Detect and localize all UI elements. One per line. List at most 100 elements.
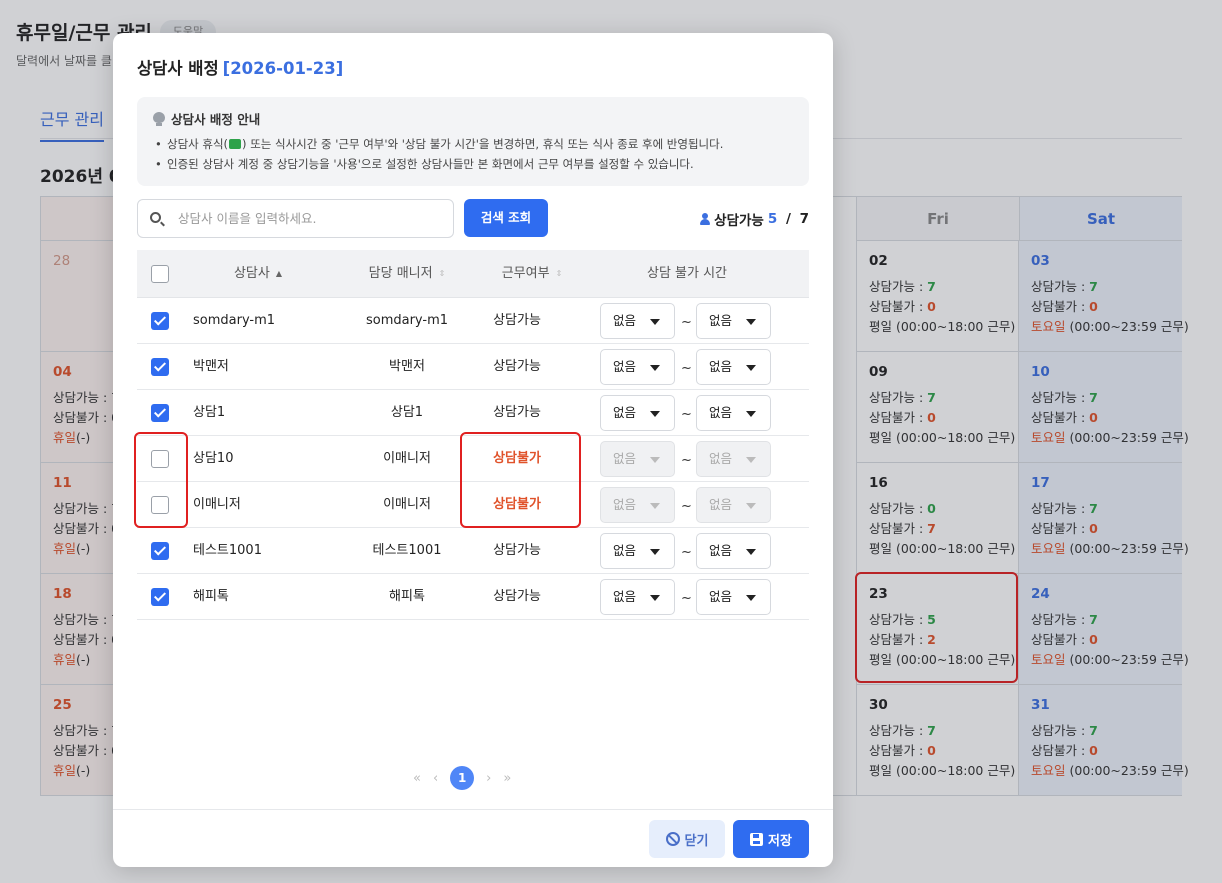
unavailable-to-select[interactable]: 없음 [696,533,771,569]
range-separator: ~ [681,545,692,560]
unavailable-from-select[interactable]: 없음 [600,349,675,385]
table-row: 해피톡 해피톡 상담가능 없음 ~ 없음 [137,574,809,620]
notice-heading-text: 상담사 배정 안내 [171,112,261,127]
table-row: 상담1 상담1 상담가능 없음 ~ 없음 [137,390,809,436]
header-manager-label: 담당 매니저 [368,266,433,281]
work-status: 상담가능 [493,405,541,420]
caret-down-icon [746,503,756,509]
select-value: 없음 [709,589,733,604]
unavailable-to-select[interactable]: 없음 [696,395,771,431]
range-separator: ~ [681,315,692,330]
row-checkbox[interactable] [151,588,169,606]
unavailable-from-select[interactable]: 없음 [600,533,675,569]
notice-heading: 상담사 배정 안내 [153,109,793,128]
caret-down-icon [746,595,756,601]
unavailable-to-select[interactable]: 없음 [696,303,771,339]
availability-label: 상담가능 [714,213,764,229]
select-value: 없음 [613,589,637,604]
save-disk-icon [750,832,764,846]
search-button[interactable]: 검색 조회 [464,199,548,237]
notice-item: 상담사 휴식() 또는 식사시간 중 '근무 여부'와 '상담 불가 시간'을 … [153,134,793,154]
select-value: 없음 [613,313,637,328]
count-separator: / [781,211,796,227]
unavailable-to-select: 없음 [696,441,771,477]
row-checkbox[interactable] [151,358,169,376]
notice-text: ) 또는 식사시간 중 '근무 여부'와 '상담 불가 시간'을 변경하면, 휴… [242,137,724,151]
range-separator: ~ [681,407,692,422]
unavailable-to-select[interactable]: 없음 [696,349,771,385]
page-next[interactable]: › [486,771,491,786]
table-row: 테스트1001 테스트1001 상담가능 없음 ~ 없음 [137,528,809,574]
manager-name: 테스트1001 [372,543,442,558]
header-counselor[interactable]: 상담사 ▲ [193,250,323,298]
table-row: somdary-m1 somdary-m1 상담가능 없음 ~ 없음 [137,298,809,344]
manager-name: 이매니저 [383,451,431,466]
select-value: 없음 [709,313,733,328]
row-checkbox[interactable] [151,404,169,422]
caret-down-icon [746,365,756,371]
caret-down-icon [650,319,660,325]
page-first[interactable]: « [413,771,421,786]
select-value: 없음 [709,497,733,512]
unavailable-from-select[interactable]: 없음 [600,303,675,339]
row-checkbox[interactable] [151,312,169,330]
row-checkbox[interactable] [151,542,169,560]
table-row: 박맨저 박맨저 상담가능 없음 ~ 없음 [137,344,809,390]
select-value: 없음 [709,359,733,374]
caret-down-icon [650,365,660,371]
header-status[interactable]: 근무여부 ⇕ [467,250,597,298]
caret-down-icon [746,549,756,555]
counselor-name: 이매니저 [193,497,241,512]
counselor-name: somdary-m1 [193,313,276,328]
coffee-cup-icon [229,139,242,149]
range-separator: ~ [681,361,692,376]
page-current[interactable]: 1 [450,766,475,790]
save-button[interactable]: 저장 [733,820,809,858]
counselor-name: 박맨저 [193,359,229,374]
lightbulb-icon [153,111,165,126]
annotation-highlight-status [460,432,581,528]
select-value: 없음 [613,543,637,558]
table-header: 상담사 ▲ 담당 매니저 ⇕ 근무여부 ⇕ 상담 불가 시간 [137,250,809,298]
modal-title-text: 상담사 배정 [137,59,219,78]
header-counselor-label: 상담사 [233,266,270,281]
unavailable-from-select: 없음 [600,441,675,477]
ban-icon [665,832,680,846]
unavailable-to-select[interactable]: 없음 [696,579,771,615]
header-status-label: 근무여부 [501,266,550,281]
manager-name: 박맨저 [389,359,425,374]
footer-divider [113,809,833,810]
counselor-name: 상담1 [193,405,226,420]
select-value: 없음 [613,405,637,420]
range-separator: ~ [681,591,692,606]
caret-down-icon [650,503,660,509]
select-all-checkbox[interactable] [151,265,169,283]
select-value: 없음 [613,359,637,374]
search-box [137,199,454,238]
unavailable-from-select[interactable]: 없음 [600,395,675,431]
work-status: 상담가능 [493,359,541,374]
page-prev[interactable]: ‹ [433,771,438,786]
close-button[interactable]: 닫기 [649,820,725,858]
counselor-name: 상담10 [193,451,234,466]
search-input[interactable] [178,200,448,237]
caret-down-icon [650,595,660,601]
select-value: 없음 [709,451,733,466]
page-last[interactable]: » [503,771,511,786]
header-manager[interactable]: 담당 매니저 ⇕ [342,250,472,298]
modal-title: 상담사 배정 [2026-01-23] [137,55,343,79]
search-icon [150,212,161,223]
manager-name: 상담1 [390,405,424,420]
range-separator: ~ [681,453,692,468]
notice-box: 상담사 배정 안내 상담사 휴식() 또는 식사시간 중 '근무 여부'와 '상… [137,97,809,186]
caret-down-icon [746,411,756,417]
manager-name: 해피톡 [389,589,425,604]
unavailable-from-select[interactable]: 없음 [600,579,675,615]
notice-item: 인증된 상담사 계정 중 상담기능을 '사용'으로 설정한 상담사들만 본 화면… [153,154,793,174]
sort-asc-icon: ▲ [275,269,283,278]
work-status: 상담가능 [493,543,541,558]
caret-down-icon [650,411,660,417]
select-value: 없음 [613,497,637,512]
sort-icon: ⇕ [438,269,446,278]
modal-title-date: [2026-01-23] [222,59,344,78]
